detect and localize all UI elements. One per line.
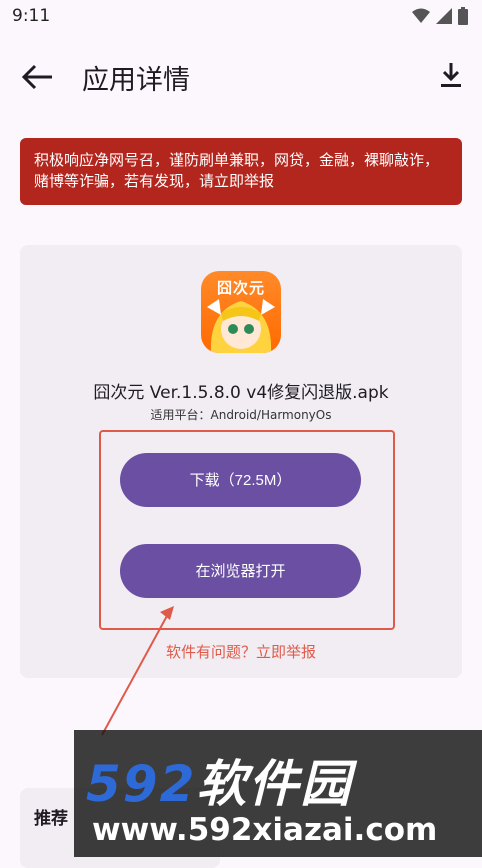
app-icon: 囧次元 (201, 271, 281, 353)
watermark-number: 592 (86, 755, 197, 813)
battery-icon (458, 7, 468, 25)
platform-text: 适用平台：Android/HarmonyOs (150, 408, 332, 422)
status-time: 9:11 (12, 6, 51, 26)
download-button[interactable]: 下载（72.5M） (120, 453, 361, 507)
download-icon[interactable] (440, 62, 462, 88)
watermark-logo: 592软件园 (86, 744, 352, 816)
watermark-brand: 软件园 (196, 755, 353, 813)
app-bar: 应用详情 (0, 44, 482, 108)
app-detail-card: 囧次元 囧次元 Ver.1.5.8.0 v4修复闪退版.apk 适用平台：And… (20, 245, 462, 678)
signal-icon (436, 8, 452, 24)
app-name: 囧次元 Ver.1.5.8.0 v4修复闪退版.apk (93, 383, 389, 403)
fraud-warning-banner: 积极响应净网号召，谨防刷单兼职，网贷，金融，裸聊敲诈，赌博等诈骗，若有发现，请立… (20, 138, 462, 205)
page-title: 应用详情 (82, 65, 190, 96)
wifi-icon (412, 8, 430, 23)
anime-girl-icon (207, 299, 275, 353)
back-arrow-icon[interactable] (20, 62, 54, 92)
watermark-banner: 592软件园 www.592xiazai.com (74, 730, 482, 857)
status-icons (412, 7, 468, 25)
open-in-browser-button[interactable]: 在浏览器打开 (120, 544, 361, 598)
warning-text: 积极响应净网号召，谨防刷单兼职，网贷，金融，裸聊敲诈，赌博等诈骗，若有发现，请立… (34, 151, 440, 190)
watermark-url: www.592xiazai.com (92, 812, 438, 848)
report-link[interactable]: 软件有问题？立即举报 (20, 641, 462, 662)
status-bar: 9:11 (0, 0, 482, 34)
recommend-title: 推荐 (34, 809, 68, 829)
